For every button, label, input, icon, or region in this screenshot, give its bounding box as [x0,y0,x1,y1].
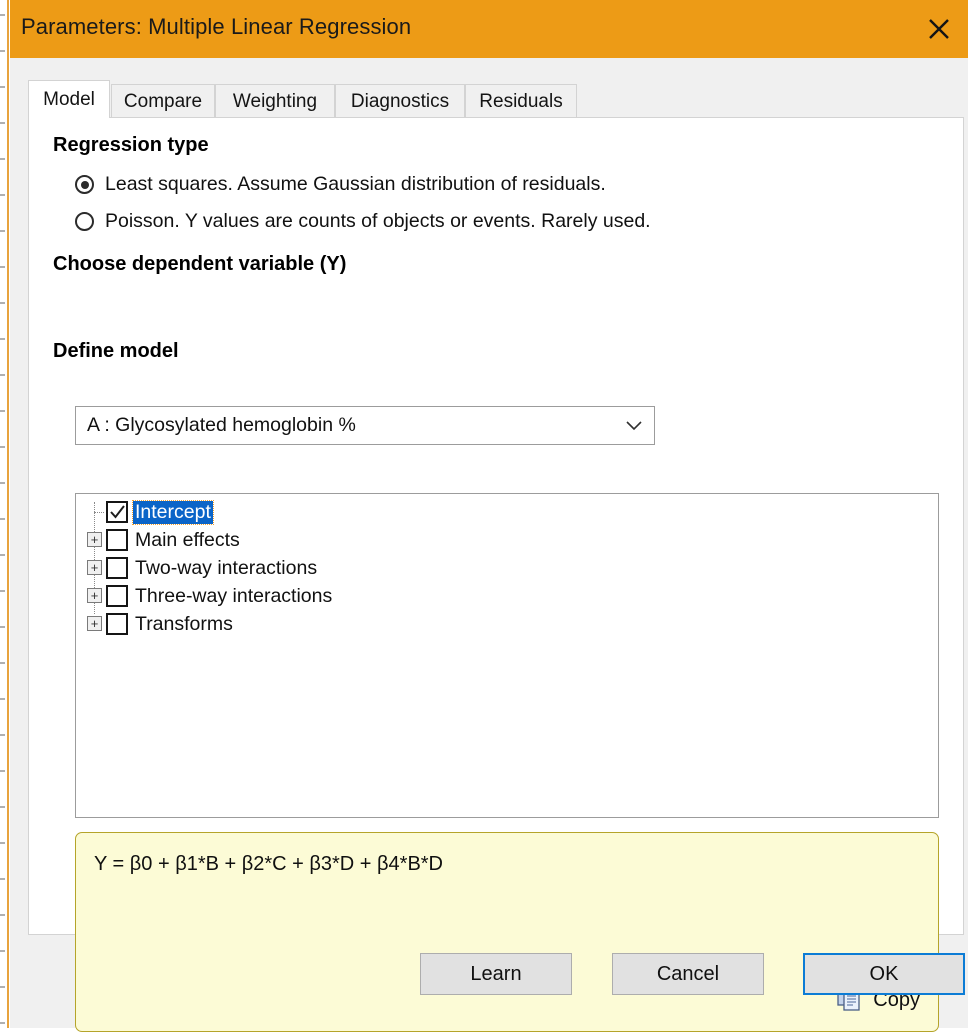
checkbox-three-way-interactions[interactable] [106,585,128,607]
background-row-tick [0,518,5,520]
tab-model[interactable]: Model [28,80,110,118]
expander-transforms[interactable]: + [87,616,102,631]
background-row-tick [0,662,5,664]
background-row-tick [0,986,5,988]
radio-poisson[interactable]: Poisson. Y values are counts of objects … [75,210,651,233]
ok-button[interactable]: OK [803,953,965,995]
learn-button[interactable]: Learn [420,953,572,995]
parameters-dialog: Parameters: Multiple Linear Regression M… [10,0,968,1028]
cancel-button[interactable]: Cancel [612,953,764,995]
regression-type-heading: Regression type [53,134,209,157]
tab-residuals[interactable]: Residuals [465,84,577,118]
define-model-heading: Define model [53,340,179,363]
background-row-tick [0,878,5,880]
background-row-tick [0,842,5,844]
background-row-tick [0,734,5,736]
background-row-tick [0,266,5,268]
expander-main-effects[interactable]: + [87,532,102,547]
model-formula-box: Y = β0 + β1*B + β2*C + β3*D + β4*B*D Cop… [75,832,939,1032]
expander-three-way-interactions[interactable]: + [87,588,102,603]
background-row-tick [0,554,5,556]
radio-least-squares-label: Least squares. Assume Gaussian distribut… [105,173,606,196]
background-row-tick [0,50,5,52]
background-row-tick [0,194,5,196]
background-row-tick [0,482,5,484]
background-row-tick [0,446,5,448]
tab-compare[interactable]: Compare [111,84,215,118]
dependent-variable-heading: Choose dependent variable (Y) [53,253,346,276]
tab-diagnostics[interactable]: Diagnostics [335,84,465,118]
tree-row-two-way-interactions[interactable]: + Two-way interactions [76,554,938,582]
chevron-down-icon [626,421,642,431]
background-row-tick [0,122,5,124]
tree-row-intercept[interactable]: Intercept [76,498,938,526]
checkbox-transforms[interactable] [106,613,128,635]
tree-row-three-way-interactions[interactable]: + Three-way interactions [76,582,938,610]
checkbox-two-way-interactions[interactable] [106,557,128,579]
radio-least-squares[interactable]: Least squares. Assume Gaussian distribut… [75,173,606,196]
background-row-tick [0,914,5,916]
tree-connector-stub [94,512,104,514]
expander-two-way-interactions[interactable]: + [87,560,102,575]
background-row-tick [0,14,5,16]
tree-row-transforms[interactable]: + Transforms [76,610,938,638]
tree-row-main-effects[interactable]: + Main effects [76,526,938,554]
background-row-tick [0,1022,5,1024]
background-row-tick [0,626,5,628]
background-row-tick [0,806,5,808]
radio-least-squares-indicator [75,175,94,194]
background-row-tick [0,590,5,592]
dependent-variable-select[interactable]: A : Glycosylated hemoglobin % [75,406,655,445]
model-tab-panel: Regression type Least squares. Assume Ga… [28,117,964,935]
tree-label-intercept[interactable]: Intercept [133,501,213,524]
tree-label-main-effects[interactable]: Main effects [133,529,242,552]
tree-label-two-way-interactions[interactable]: Two-way interactions [133,557,319,580]
background-column-rule [7,0,9,1028]
background-row-tick [0,950,5,952]
define-model-tree[interactable]: Intercept + Main effects + Two-way inter… [75,493,939,818]
background-row-tick [0,698,5,700]
tree-label-three-way-interactions[interactable]: Three-way interactions [133,585,334,608]
tab-weighting[interactable]: Weighting [215,84,335,118]
checkbox-main-effects[interactable] [106,529,128,551]
background-row-tick [0,338,5,340]
background-row-tick [0,770,5,772]
tree-label-transforms[interactable]: Transforms [133,613,235,636]
checkbox-intercept[interactable] [106,501,128,523]
background-row-tick [0,410,5,412]
background-row-tick [0,374,5,376]
dialog-titlebar: Parameters: Multiple Linear Regression [10,0,968,58]
dialog-title: Parameters: Multiple Linear Regression [21,14,411,40]
close-icon[interactable] [910,0,968,58]
background-row-tick [0,86,5,88]
background-row-tick [0,158,5,160]
radio-poisson-label: Poisson. Y values are counts of objects … [105,210,651,233]
background-row-tick [0,302,5,304]
model-formula-text: Y = β0 + β1*B + β2*C + β3*D + β4*B*D [94,853,443,876]
dependent-variable-value: A : Glycosylated hemoglobin % [87,414,626,437]
background-row-tick [0,230,5,232]
tab-strip: Model Compare Weighting Diagnostics Resi… [28,80,964,118]
radio-poisson-indicator [75,212,94,231]
